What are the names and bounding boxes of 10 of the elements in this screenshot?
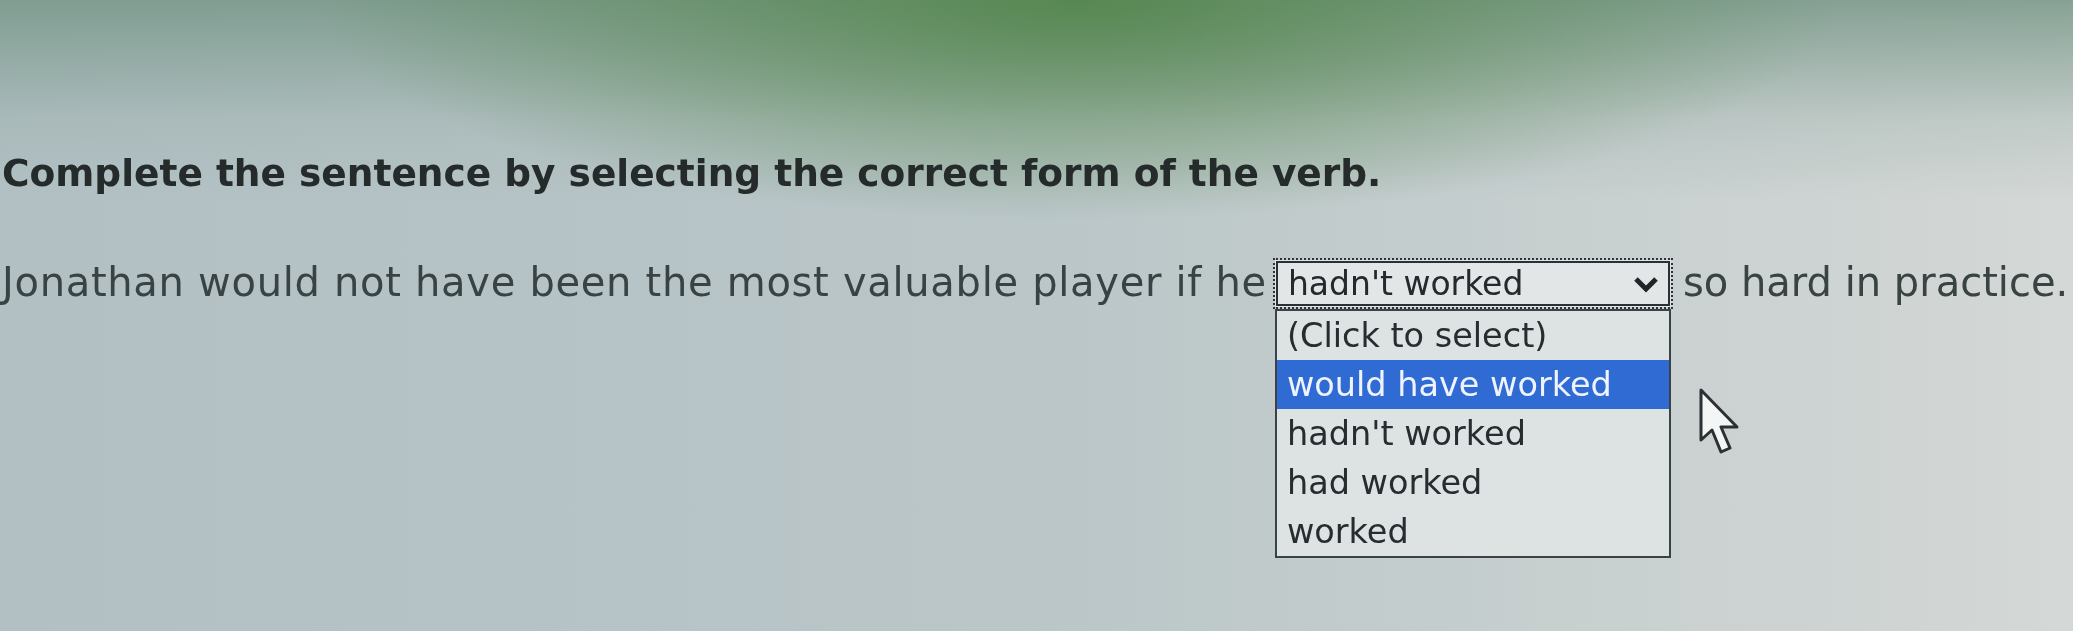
answer-dropdown[interactable]: hadn't worked xyxy=(1272,258,1673,309)
dropdown-option[interactable]: had worked xyxy=(1276,458,1669,507)
sentence-text: Jonathan would not have been the most valuable player if he xyxy=(2,258,1267,307)
chevron-down-icon xyxy=(1632,274,1659,293)
dropdown-option[interactable]: would have worked xyxy=(1276,360,1669,409)
instruction-text: Complete the sentence by selecting the correct form of the verb. xyxy=(2,150,1382,196)
sentence-text: so hard in practice. xyxy=(1682,258,2069,307)
dropdown-option[interactable]: (Click to select) xyxy=(1276,311,1669,360)
dropdown-option[interactable]: hadn't worked xyxy=(1276,409,1669,458)
dropdown-option[interactable]: worked xyxy=(1276,507,1669,556)
